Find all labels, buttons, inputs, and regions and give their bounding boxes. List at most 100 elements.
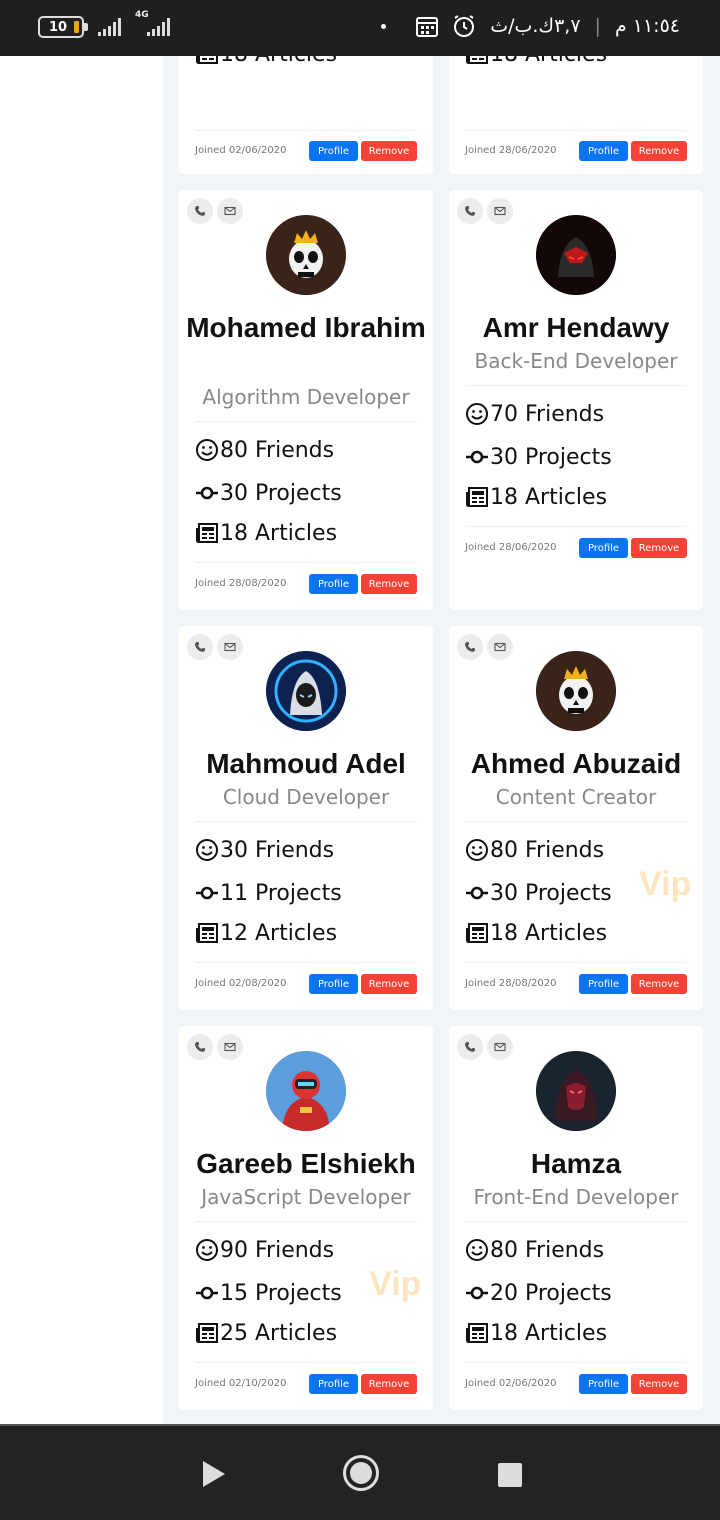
avatar	[266, 1051, 346, 1131]
articles-count: 18 Articles	[490, 920, 608, 946]
newspaper-icon	[195, 56, 220, 66]
phone-button[interactable]	[187, 198, 213, 224]
commit-icon	[195, 881, 220, 905]
articles-stat: 18 Articles	[195, 518, 337, 548]
battery-level: 10	[49, 19, 68, 35]
avatar	[266, 651, 346, 731]
remove-button[interactable]: Remove	[361, 574, 417, 594]
projects-count: 30 Projects	[220, 480, 342, 506]
profile-button[interactable]: Profile	[309, 1374, 358, 1394]
articles-stat: 18 Articles	[465, 1318, 607, 1348]
articles-stat: 12 Articles	[195, 918, 337, 948]
projects-stat: 30 Projects	[465, 878, 612, 908]
phone-button[interactable]	[457, 1034, 483, 1060]
divider	[195, 562, 417, 563]
projects-stat: 11 Projects	[195, 878, 342, 908]
recents-icon[interactable]	[498, 1463, 522, 1487]
member-name: Amr Hendawy	[482, 312, 670, 343]
friends-stat: 90 Friends	[195, 1235, 334, 1265]
divider	[465, 821, 687, 822]
remove-button[interactable]: Remove	[361, 974, 417, 994]
avatar	[536, 651, 616, 731]
commit-icon	[465, 1281, 490, 1305]
friends-stat: 30 Friends	[195, 835, 334, 865]
articles-count: 18 Articles	[490, 484, 608, 510]
projects-stat: 15 Projects	[195, 1278, 342, 1308]
member-card: 30 Projects18 ArticlesJoined 28/06/2020P…	[449, 56, 703, 174]
remove-button[interactable]: Remove	[361, 1374, 417, 1394]
profile-button[interactable]: Profile	[579, 538, 628, 558]
articles-stat: 18 Articles	[465, 56, 607, 69]
email-button[interactable]	[487, 198, 513, 224]
projects-count: 11 Projects	[220, 880, 342, 906]
newspaper-icon	[465, 921, 490, 945]
member-card: Gareeb Elshiekh JavaScript Developer 90 Fr…	[179, 1026, 433, 1410]
joined-date: Joined 28/06/2020	[465, 145, 557, 156]
profile-button[interactable]: Profile	[579, 1374, 628, 1394]
member-role: Front-End Developer	[473, 1185, 679, 1209]
divider	[195, 1221, 417, 1222]
friends-count: 80 Friends	[220, 437, 335, 463]
divider	[465, 1362, 687, 1363]
articles-count: 18 Articles	[220, 56, 337, 67]
back-icon[interactable]	[203, 1461, 225, 1487]
email-button[interactable]	[217, 198, 243, 224]
members-grid: 20 Projects 18 Articles Joined 02/06/2020 P…	[163, 56, 720, 1424]
member-name: Mahmoud Adel	[206, 748, 406, 779]
remove-button[interactable]: Remove	[631, 141, 687, 161]
profile-button[interactable]: Profile	[309, 574, 358, 594]
mail-icon	[224, 1041, 236, 1053]
joined-date: Joined 28/06/2020	[465, 542, 557, 553]
joined-date: Joined 02/06/2020	[195, 145, 287, 156]
profile-button[interactable]: Profile	[309, 141, 358, 161]
member-card: Amr Hendawy Back-End Developer 70 Friends 3…	[449, 190, 703, 610]
friends-stat: 80 Friends	[195, 435, 334, 465]
remove-button[interactable]: Remove	[631, 974, 687, 994]
remove-button[interactable]: Remove	[361, 141, 417, 161]
email-button[interactable]	[487, 1034, 513, 1060]
remove-button[interactable]: Remove	[631, 538, 687, 558]
divider	[195, 130, 417, 131]
phone-button[interactable]	[187, 1034, 213, 1060]
joined-date: Joined 02/08/2020	[195, 978, 287, 989]
newspaper-icon	[465, 56, 490, 66]
articles-count: 18 Articles	[220, 520, 338, 546]
divider	[195, 1362, 417, 1363]
smile-icon	[465, 402, 490, 426]
email-button[interactable]	[487, 634, 513, 660]
commit-icon	[195, 481, 220, 505]
remove-button[interactable]: Remove	[631, 1374, 687, 1394]
email-button[interactable]	[217, 634, 243, 660]
member-name: Mohamed Ibrahim	[186, 312, 426, 343]
email-button[interactable]	[217, 1034, 243, 1060]
smile-icon	[195, 438, 220, 462]
friends-count: 70 Friends	[490, 401, 605, 427]
projects-stat: 20 Projects	[465, 1278, 612, 1308]
profile-button[interactable]: Profile	[309, 974, 358, 994]
notification-dot-icon	[381, 23, 387, 29]
newspaper-icon	[195, 1321, 220, 1345]
profile-button[interactable]: Profile	[579, 141, 628, 161]
articles-count: 25 Articles	[220, 1320, 338, 1346]
articles-count: 18 Articles	[490, 1320, 608, 1346]
phone-button[interactable]	[457, 634, 483, 660]
projects-count: 20 Projects	[490, 1280, 612, 1306]
member-card: Mahmoud Adel Cloud Developer 30 Friends 11 …	[179, 626, 433, 1010]
articles-stat: 18 Articles	[195, 56, 337, 69]
divider	[465, 385, 687, 386]
divider	[465, 962, 687, 963]
member-card: 20 Projects18 ArticlesJoined 02/06/2020P…	[179, 56, 433, 174]
projects-stat: 30 Projects	[465, 442, 612, 472]
home-icon[interactable]	[343, 1455, 379, 1491]
alarm-icon	[454, 15, 475, 37]
network-type: 4G	[135, 10, 149, 20]
phone-button[interactable]	[457, 198, 483, 224]
calendar-icon	[416, 17, 439, 37]
phone-button[interactable]	[187, 634, 213, 660]
profile-button[interactable]: Profile	[579, 974, 628, 994]
member-card: Hamza Front-End Developer 80 Friends 20 Pro…	[449, 1026, 703, 1410]
clock: ١١:٥٤ م	[614, 15, 680, 37]
member-role: Cloud Developer	[222, 785, 390, 809]
mail-icon	[494, 1041, 506, 1053]
mail-icon	[224, 205, 236, 217]
